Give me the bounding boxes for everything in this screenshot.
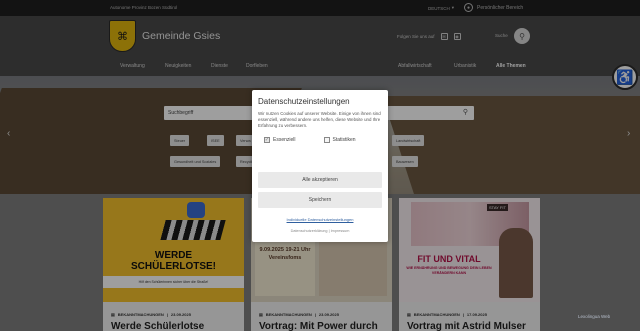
accept-all-button[interactable]: Alle akzeptieren [258, 172, 382, 188]
statistics-label[interactable]: Statistiken [333, 137, 356, 143]
footer-links[interactable]: Datenschutzerklärung | Impressum [252, 229, 388, 233]
consent-options: ✓ Essenziell Statistiken [258, 137, 382, 143]
individual-privacy-settings-link[interactable]: Individuelle Datenschutzeinstellungen [252, 217, 388, 222]
essential-label: Essenziell [273, 137, 296, 143]
essential-checkbox: ✓ [264, 137, 270, 143]
essential-option: ✓ Essenziell [264, 137, 296, 143]
dialog-title: Datenschutzeinstellungen [258, 97, 350, 106]
watermark: Lexolingua Web [578, 314, 611, 319]
dialog-body-text: Wir nutzen Cookies auf unserer Website. … [258, 111, 381, 128]
statistics-checkbox[interactable] [323, 137, 330, 143]
privacy-settings-dialog: Datenschutzeinstellungen Wir nutzen Cook… [252, 90, 388, 242]
save-button[interactable]: Speichern [258, 192, 382, 208]
statistics-option[interactable]: Statistiken [323, 137, 356, 143]
